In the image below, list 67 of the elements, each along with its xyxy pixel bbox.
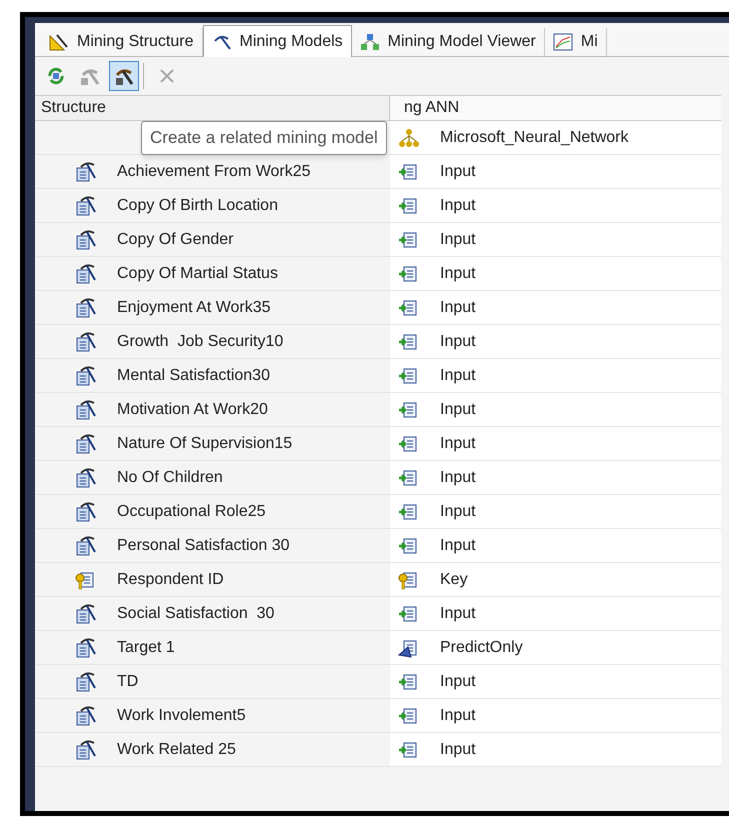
structure-column-name: Motivation At Work20 [117,400,268,420]
structure-column-name: Copy Of Birth Location [117,196,278,216]
structure-column-name: Enjoyment At Work35 [117,298,271,318]
structure-column-name: Social Satisfaction 30 [117,604,274,624]
usage-value: Input [440,332,476,352]
structure-column-name: Occupational Role25 [117,502,266,522]
structure-column-name: Copy Of Martial Status [117,264,278,284]
usage-value: Key [440,570,468,590]
ruler-icon [49,33,69,51]
structure-column-name: Respondent ID [117,570,224,590]
column-icon [75,296,97,318]
usage-value: Input [440,400,476,420]
column-icon [75,500,97,522]
structure-column-name: Work Involement5 [117,706,246,726]
column-icon [75,432,97,454]
column-icon [75,670,97,692]
column-icon [75,602,97,624]
usage-value: Input [440,366,476,386]
structure-column-name: No Of Children [117,468,223,488]
usage-value: Input [440,604,476,624]
usage-value: Input [440,162,476,182]
hierarchy-icon [398,126,420,148]
structure-column-name: Copy Of Gender [117,230,234,250]
usage-value: Input [440,434,476,454]
usage-value: Input [440,706,476,726]
structure-column-name: Personal Satisfaction 30 [117,536,290,556]
tab[interactable]: Mining Structure [41,28,202,56]
chart-icon [552,33,573,51]
column-icon [75,636,97,658]
column-header[interactable]: ng ANN [390,96,721,120]
column-icon [75,262,97,284]
tab[interactable]: Mining Models [202,25,352,57]
column-icon [75,534,97,556]
close-icon [158,67,176,85]
structure-column-name: Nature Of Supervision15 [117,434,292,454]
tab[interactable]: Mining Model Viewer [352,28,545,56]
tab[interactable]: Mi [544,28,607,56]
usage-value: PredictOnly [440,638,523,658]
structure-column-name: Growth Job Security10 [117,332,284,352]
usage-value: Input [440,264,476,284]
column-icon [75,466,97,488]
column-icon [75,364,97,386]
usage-value: Input [440,536,476,556]
column-icon [75,194,97,216]
structure-column-name: Work Related 25 [117,740,236,760]
structure-column-name: Mental Satisfaction30 [117,366,270,386]
usage-value: Input [440,672,476,692]
column-icon [75,160,97,182]
usage-value: Input [440,502,476,522]
usage-value: Input [440,740,476,760]
network-icon [360,33,380,51]
usage-value: Input [440,298,476,318]
structure-column-name: TD [117,672,138,692]
tooltip: Create a related mining model [141,121,387,154]
usage-value: Microsoft_Neural_Network [440,128,629,148]
column-icon [75,398,97,420]
column-icon [75,228,97,250]
column-icon [75,704,97,726]
column-icon [75,330,97,352]
structure-column-name: Target 1 [117,638,175,658]
usage-value: Input [440,230,476,250]
refresh-icon [46,66,66,86]
column-icon [75,738,97,760]
usage-value: Input [440,468,476,488]
toolbar-button[interactable] [109,61,139,91]
usage-value: Input [440,196,476,216]
structure-column-name: Achievement From Work25 [117,162,311,182]
